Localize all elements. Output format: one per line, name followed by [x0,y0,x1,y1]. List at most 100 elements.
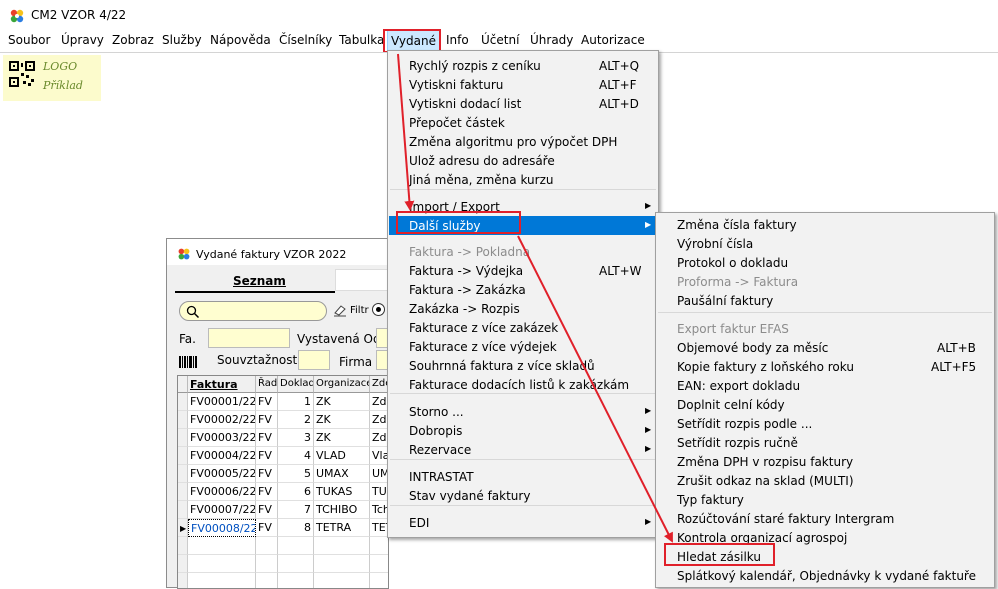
table-header[interactable]: Organizace [314,376,370,393]
table-cell[interactable]: VLAD [314,447,370,465]
menu-item-fakturace-vice-vydejek[interactable]: Fakturace z více výdejek [389,337,657,356]
table-cell[interactable]: TETRA [314,519,370,537]
row-indicator[interactable] [178,447,188,465]
menu-item-fakturace-dodacich-listu[interactable]: Fakturace dodacích listů k zakázkám [389,375,657,394]
table-cell[interactable]: FV00001/22 [188,393,256,411]
menu-item-faktura-vydejka[interactable]: Faktura -> Výdejka ALT+W [389,261,657,280]
table-cell[interactable]: TCHIBO [314,501,370,519]
table-cell[interactable] [256,573,278,588]
tab-seznam[interactable]: Seznam [175,269,335,293]
table-cell[interactable]: FV [256,393,278,411]
table-header[interactable]: Řada [256,376,278,393]
table-cell[interactable] [278,573,314,588]
menu-sluzby[interactable]: Služby [162,33,202,47]
table-cell[interactable] [188,573,256,588]
row-indicator[interactable] [178,483,188,501]
menu-item-dobropis[interactable]: Dobropis ▶ [389,421,657,440]
table-cell[interactable] [188,537,256,555]
table-cell[interactable]: 2 [278,411,314,429]
row-indicator[interactable] [178,393,188,411]
table-cell[interactable]: FV00008/22 [188,519,256,537]
menu-napoveda[interactable]: Nápověda [210,33,271,47]
submenu-item-export-efas[interactable]: Export faktur EFAS [657,319,993,338]
menu-item-edi[interactable]: EDI ▶ [389,513,657,532]
table-cell[interactable]: 7 [278,501,314,519]
row-indicator[interactable] [178,411,188,429]
table-cell[interactable]: FV [256,501,278,519]
row-indicator[interactable] [178,537,188,555]
table-cell[interactable] [278,537,314,555]
row-indicator[interactable] [178,573,188,588]
menu-item-zakazka-rozpis[interactable]: Zakázka -> Rozpis [389,299,657,318]
table-cell[interactable]: FV00003/22 [188,429,256,447]
tab-blank[interactable] [335,269,389,291]
menu-ciselniky[interactable]: Číselníky [279,33,332,47]
menu-item-rezervace[interactable]: Rezervace ▶ [389,440,657,459]
menu-item-uloz-adresu[interactable]: Ulož adresu do adresáře [389,151,657,170]
row-indicator[interactable] [178,501,188,519]
table-cell[interactable]: 1 [278,393,314,411]
submenu-item-protokol-o-dokladu[interactable]: Protokol o dokladu [657,253,993,272]
submenu-item-splatkovy-kalendar[interactable]: Splátkový kalendář, Objednávky k vydané … [657,566,993,585]
table-cell[interactable]: FV [256,447,278,465]
table-cell[interactable]: FV00002/22 [188,411,256,429]
table-cell[interactable]: FV00006/22 [188,483,256,501]
table-cell[interactable] [188,555,256,573]
menu-item-faktura-pokladna[interactable]: Faktura -> Pokladna [389,242,657,261]
menu-autorizace[interactable]: Autorizace [581,33,645,47]
menu-tabulka[interactable]: Tabulka [339,33,384,47]
submenu-item-setridit-rucne[interactable]: Setřídit rozpis ručně [657,433,993,452]
table-cell[interactable] [314,537,370,555]
menu-item-vytiskni-fakturu[interactable]: Vytiskni fakturu ALT+F [389,75,657,94]
table-header[interactable]: Doklad [278,376,314,393]
menu-item-zmena-algoritmu-dph[interactable]: Změna algoritmu pro výpočet DPH [389,132,657,151]
menu-item-faktura-zakazka[interactable]: Faktura -> Zakázka [389,280,657,299]
menu-item-fakturace-vice-zakazek[interactable]: Fakturace z více zakázek [389,318,657,337]
menu-item-storno[interactable]: Storno ... ▶ [389,402,657,421]
table-cell[interactable] [370,555,388,573]
menu-info[interactable]: Info [446,33,469,47]
table-cell[interactable]: FV [256,429,278,447]
submenu-item-setridit-podle[interactable]: Setřídit rozpis podle ... [657,414,993,433]
table-cell[interactable]: FV [256,465,278,483]
menu-item-intrastat[interactable]: INTRASTAT [389,467,657,486]
menu-item-vytiskni-dodaci-list[interactable]: Vytiskni dodací list ALT+D [389,94,657,113]
row-indicator[interactable] [178,465,188,483]
submenu-item-kopie-faktury[interactable]: Kopie faktury z loňského roku ALT+F5 [657,357,993,376]
submenu-item-doplnit-celni-kody[interactable]: Doplnit celní kódy [657,395,993,414]
table-cell[interactable]: 4 [278,447,314,465]
submenu-item-vyrobni-cisla[interactable]: Výrobní čísla [657,234,993,253]
menu-item-prepocet-castek[interactable]: Přepočet částek [389,113,657,132]
menu-zobraz[interactable]: Zobraz [112,33,154,47]
table-cell[interactable]: ZK [314,429,370,447]
submenu-item-objemove-body[interactable]: Objemové body za měsíc ALT+B [657,338,993,357]
table-cell[interactable] [256,537,278,555]
table-cell[interactable]: UMAX [314,465,370,483]
table-header[interactable]: Faktura [188,376,256,393]
menu-item-jina-mena[interactable]: Jiná měna, změna kurzu [389,170,657,189]
submenu-item-typ-faktury[interactable]: Typ faktury [657,490,993,509]
table-cell[interactable] [314,555,370,573]
row-indicator[interactable] [178,555,188,573]
submenu-item-rozuctovani[interactable]: Rozúčtování staré faktury Intergram [657,509,993,528]
submenu-item-zmena-dph[interactable]: Změna DPH v rozpisu faktury [657,452,993,471]
table-cell[interactable] [314,573,370,588]
table-cell[interactable]: 8 [278,519,314,537]
table-cell[interactable]: TUKAS [314,483,370,501]
table-cell[interactable]: 5 [278,465,314,483]
table-cell[interactable]: ZK [314,393,370,411]
table-cell[interactable]: 6 [278,483,314,501]
table-cell[interactable]: 3 [278,429,314,447]
table-cell[interactable]: FV [256,519,278,537]
menu-item-stav-vydane-faktury[interactable]: Stav vydané faktury [389,486,657,505]
table-cell[interactable] [370,573,388,588]
table-cell[interactable] [370,537,388,555]
submenu-item-zmena-cisla-faktury[interactable]: Změna čísla faktury [657,215,993,234]
menu-item-souhrnna-faktura[interactable]: Souhrnná faktura z více skladů [389,356,657,375]
souvztaznost-input[interactable] [298,350,330,370]
menu-upravy[interactable]: Úpravy [61,33,104,47]
table-cell[interactable]: FV00004/22 [188,447,256,465]
submenu-item-pausalni-faktury[interactable]: Paušální faktury [657,291,993,310]
fa-input[interactable] [208,328,290,348]
menu-item-rychly-rozpis[interactable]: Rychlý rozpis z ceníku ALT+Q [389,56,657,75]
